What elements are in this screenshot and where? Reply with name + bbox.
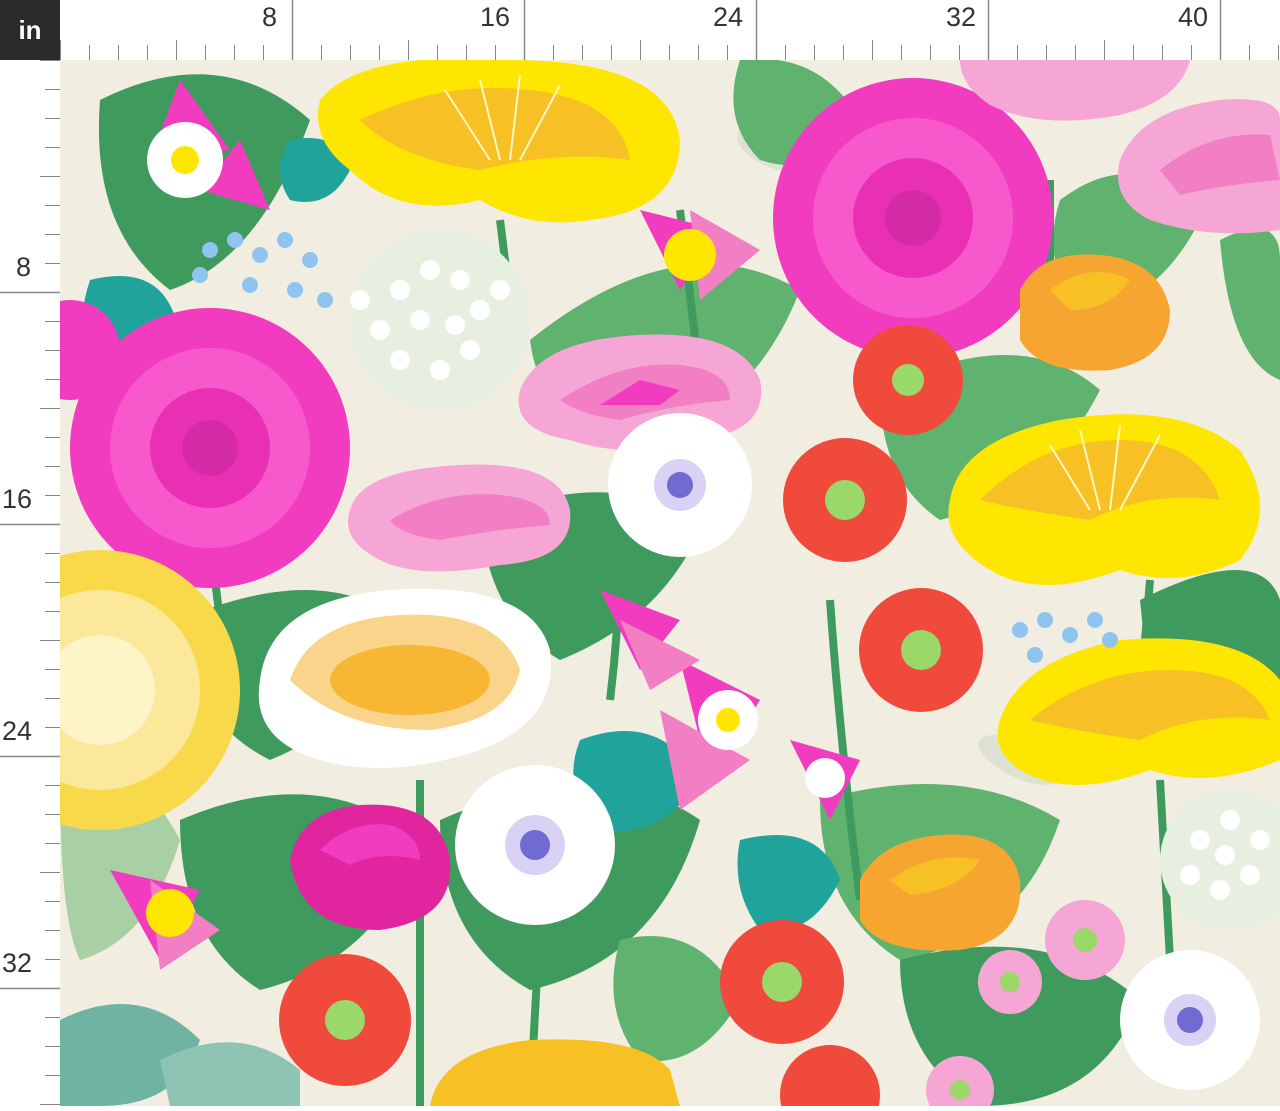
pink-daisy bbox=[978, 950, 1042, 1014]
red-daisy bbox=[783, 438, 907, 562]
queens-annes-lace bbox=[350, 230, 530, 410]
left-ruler-label: 24 bbox=[2, 716, 32, 747]
orange-ranunculus bbox=[1020, 254, 1170, 370]
top-ruler-label: 16 bbox=[480, 2, 510, 33]
unit-label: in bbox=[0, 0, 60, 60]
white-anemone bbox=[608, 413, 752, 557]
left-ruler: 8 16 24 32 bbox=[0, 60, 60, 1106]
top-ruler-label: 32 bbox=[946, 2, 976, 33]
pink-daisy bbox=[1045, 900, 1125, 980]
red-daisy bbox=[279, 954, 411, 1086]
left-ruler-label: 16 bbox=[2, 484, 32, 515]
top-ruler: 8 16 24 32 40 bbox=[60, 0, 1280, 60]
top-ruler-ticks bbox=[60, 0, 1280, 60]
white-anemone bbox=[455, 765, 615, 925]
white-anemone bbox=[1120, 950, 1260, 1090]
top-ruler-label: 8 bbox=[262, 2, 277, 33]
red-daisy bbox=[720, 920, 844, 1044]
pink-poppy bbox=[348, 465, 570, 572]
fabric-swatch bbox=[60, 60, 1280, 1106]
red-daisy bbox=[859, 588, 983, 712]
pink-dahlia bbox=[773, 78, 1053, 358]
floral-pattern bbox=[60, 60, 1280, 1106]
left-ruler-label: 8 bbox=[16, 252, 31, 283]
left-ruler-label: 32 bbox=[2, 948, 32, 979]
top-ruler-label: 40 bbox=[1178, 2, 1208, 33]
top-ruler-label: 24 bbox=[713, 2, 743, 33]
red-daisy bbox=[853, 325, 963, 435]
